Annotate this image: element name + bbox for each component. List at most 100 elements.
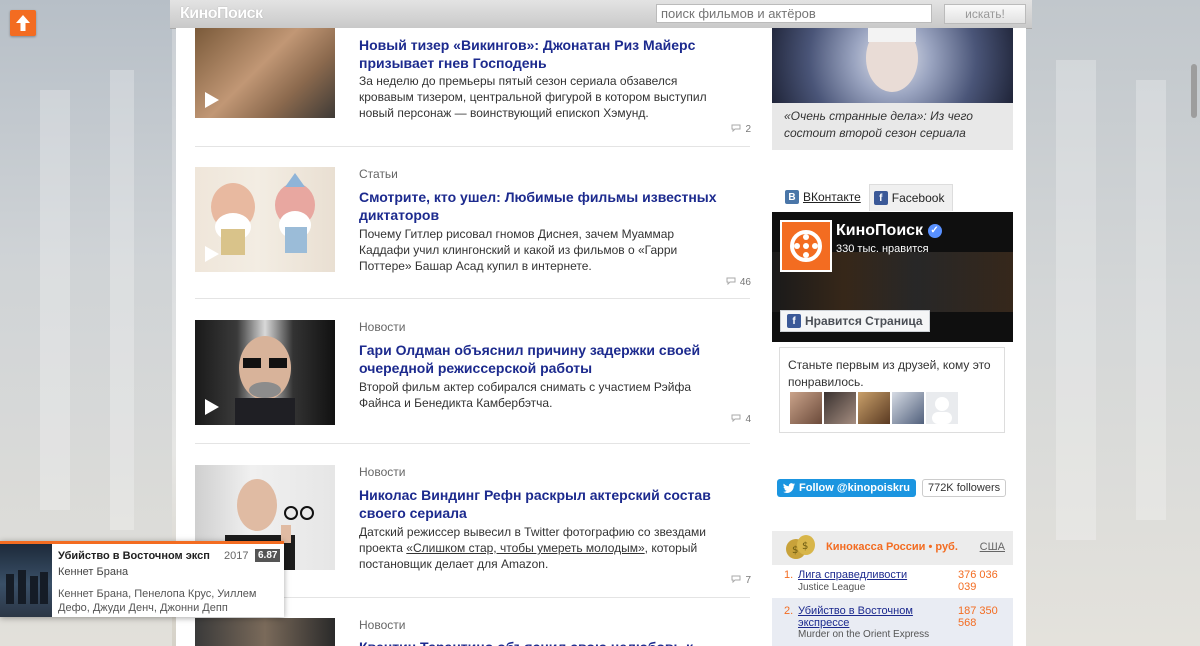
movie-poster[interactable]: [0, 544, 52, 617]
portrait-image: [866, 28, 918, 92]
featured-caption[interactable]: «Очень странные дела»: Из чего состоит в…: [784, 108, 1004, 142]
news-comments[interactable]: 7: [731, 575, 751, 586]
avatar-list: [790, 392, 958, 424]
twitter-follow-button[interactable]: Follow @kinopoiskru: [777, 479, 916, 497]
news-description: Почему Гитлер рисовал гномов Диснея, зач…: [359, 227, 678, 273]
poster-image: [6, 570, 48, 604]
news-item: Статьи Смотрите, кто ушел: Любимые фильм…: [195, 167, 755, 288]
news-title[interactable]: Квентин Тарантино объяснил свою нелюбовь…: [359, 638, 719, 646]
comment-count: 7: [745, 575, 751, 586]
verified-icon: ✓: [927, 223, 942, 238]
site-logo[interactable]: КиноПоиск: [180, 5, 263, 23]
social-tabs: B ВКонтакте f Facebook: [781, 184, 954, 211]
fb-likes-count: 330 тыс. нравится: [836, 243, 929, 255]
svg-text:$: $: [792, 545, 798, 556]
popup-director: Кеннет Брана: [58, 566, 129, 578]
boxoffice-usa-link[interactable]: США: [980, 541, 1005, 553]
top-bar: КиноПоиск искать!: [170, 0, 1032, 29]
news-thumbnail[interactable]: [195, 618, 335, 646]
boxoffice-header: $ $ Кинокасса России • руб. США: [772, 531, 1013, 565]
popup-cast: Кеннет Брана, Пенелопа Крус, Уиллем Дефо…: [58, 588, 257, 614]
page-scrollbar[interactable]: [1188, 0, 1200, 646]
news-thumbnail[interactable]: [195, 28, 335, 118]
avatar[interactable]: [824, 392, 856, 424]
boxoffice-original-title: Murder on the Orient Express: [798, 629, 930, 640]
avatar[interactable]: [892, 392, 924, 424]
boxoffice-gross: 187 350 568: [958, 605, 998, 629]
popup-movie-title[interactable]: Убийство в Восточном экспрессе: [58, 550, 210, 562]
news-description: Второй фильм актер собирался снимать с у…: [359, 380, 692, 410]
news-comments[interactable]: 46: [726, 277, 751, 288]
search-input[interactable]: [656, 4, 932, 23]
arrow-up-icon: [16, 15, 30, 31]
search-button[interactable]: искать!: [944, 4, 1026, 24]
tab-label: ВКонтакте: [803, 190, 861, 204]
background-pillar: [110, 70, 134, 530]
comment-count: 4: [745, 414, 751, 425]
background-pillar: [1136, 80, 1166, 520]
comment-icon: [731, 124, 741, 135]
news-item: Новости Гари Олдман объяснил причину зад…: [195, 320, 755, 438]
play-icon: [205, 92, 219, 108]
fb-friends-text: Станьте первым из друзей, кому это понра…: [788, 358, 991, 389]
divider: [195, 443, 750, 444]
avatar[interactable]: [926, 392, 958, 424]
boxoffice-original-title: Justice League: [798, 582, 866, 593]
comment-icon: [731, 414, 741, 425]
boxoffice-rank: 2.: [784, 605, 794, 617]
money-bags-icon: $ $: [782, 525, 818, 561]
fb-friends-box: Станьте первым из друзей, кому это понра…: [779, 347, 1005, 433]
kinopoisk-logo-icon[interactable]: [780, 220, 832, 272]
popup-rating: 6.87: [255, 549, 281, 562]
background-right: [1026, 0, 1200, 646]
boxoffice-movie-link[interactable]: Лига справедливости: [798, 569, 928, 581]
twitter-follow-label: Follow @kinopoiskru: [799, 482, 910, 494]
boxoffice-title: Кинокасса России • руб.: [826, 541, 958, 553]
tab-vkontakte[interactable]: B ВКонтакте: [781, 184, 869, 210]
news-description: За неделю до премьеры пятый сезон сериал…: [359, 74, 707, 120]
news-title[interactable]: Гари Олдман объяснил причину задержки св…: [359, 341, 719, 377]
movie-popup[interactable]: Убийство в Восточном экспрессе 2017 6.87…: [0, 541, 284, 617]
featured-image: [772, 28, 1013, 103]
series-link[interactable]: «Слишком стар, чтобы умереть молодым»: [406, 541, 644, 555]
news-category[interactable]: Новости: [359, 320, 405, 334]
avatar[interactable]: [790, 392, 822, 424]
news-item: Новый тизер «Викингов»: Джонатан Риз Май…: [195, 28, 755, 146]
news-comments[interactable]: 2: [731, 124, 751, 135]
news-description: Датский режиссер вывесил в Twitter фотог…: [359, 524, 719, 572]
news-thumbnail[interactable]: [195, 167, 335, 272]
boxoffice-row: 2. Убийство в Восточном экспрессе Murder…: [772, 598, 1013, 646]
news-comments[interactable]: 4: [731, 414, 751, 425]
tab-facebook[interactable]: f Facebook: [868, 184, 954, 211]
twitter-followers-count[interactable]: 772K followers: [921, 479, 1007, 497]
news-category[interactable]: Статьи: [359, 167, 398, 181]
avatar[interactable]: [858, 392, 890, 424]
facebook-icon: f: [873, 191, 888, 205]
background-pillar: [1056, 60, 1096, 540]
news-category[interactable]: Новости: [359, 618, 405, 632]
tab-label: Facebook: [891, 191, 945, 205]
boxoffice-rank: 1.: [784, 569, 794, 581]
comment-count: 2: [745, 124, 751, 135]
featured-article[interactable]: «Очень странные дела»: Из чего состоит в…: [772, 28, 1013, 150]
news-title[interactable]: Смотрите, кто ушел: Любимые фильмы извес…: [359, 188, 719, 224]
svg-text:$: $: [802, 541, 808, 552]
fb-page-name[interactable]: КиноПоиск ✓: [836, 222, 942, 240]
scrollbar-thumb[interactable]: [1191, 64, 1197, 118]
fb-like-label: Нравится Страница: [805, 314, 923, 328]
news-title[interactable]: Новый тизер «Викингов»: Джонатан Риз Май…: [359, 36, 719, 72]
comment-count: 46: [739, 277, 751, 288]
boxoffice-gross: 376 036 039: [958, 569, 998, 593]
user-placeholder-icon: [932, 397, 952, 424]
background-pillar: [40, 90, 70, 510]
news-title[interactable]: Николас Виндинг Рефн раскрыл актерский с…: [359, 486, 719, 522]
boxoffice-movie-link[interactable]: Убийство в Восточном экспрессе: [798, 605, 928, 629]
news-thumbnail[interactable]: [195, 320, 335, 425]
fb-like-page-button[interactable]: f Нравится Страница: [780, 310, 930, 332]
play-icon: [205, 399, 219, 415]
news-category[interactable]: Новости: [359, 465, 405, 479]
vk-icon: B: [785, 190, 799, 204]
comment-icon: [726, 277, 736, 288]
scroll-to-top-button[interactable]: [10, 10, 36, 36]
divider: [195, 298, 750, 299]
